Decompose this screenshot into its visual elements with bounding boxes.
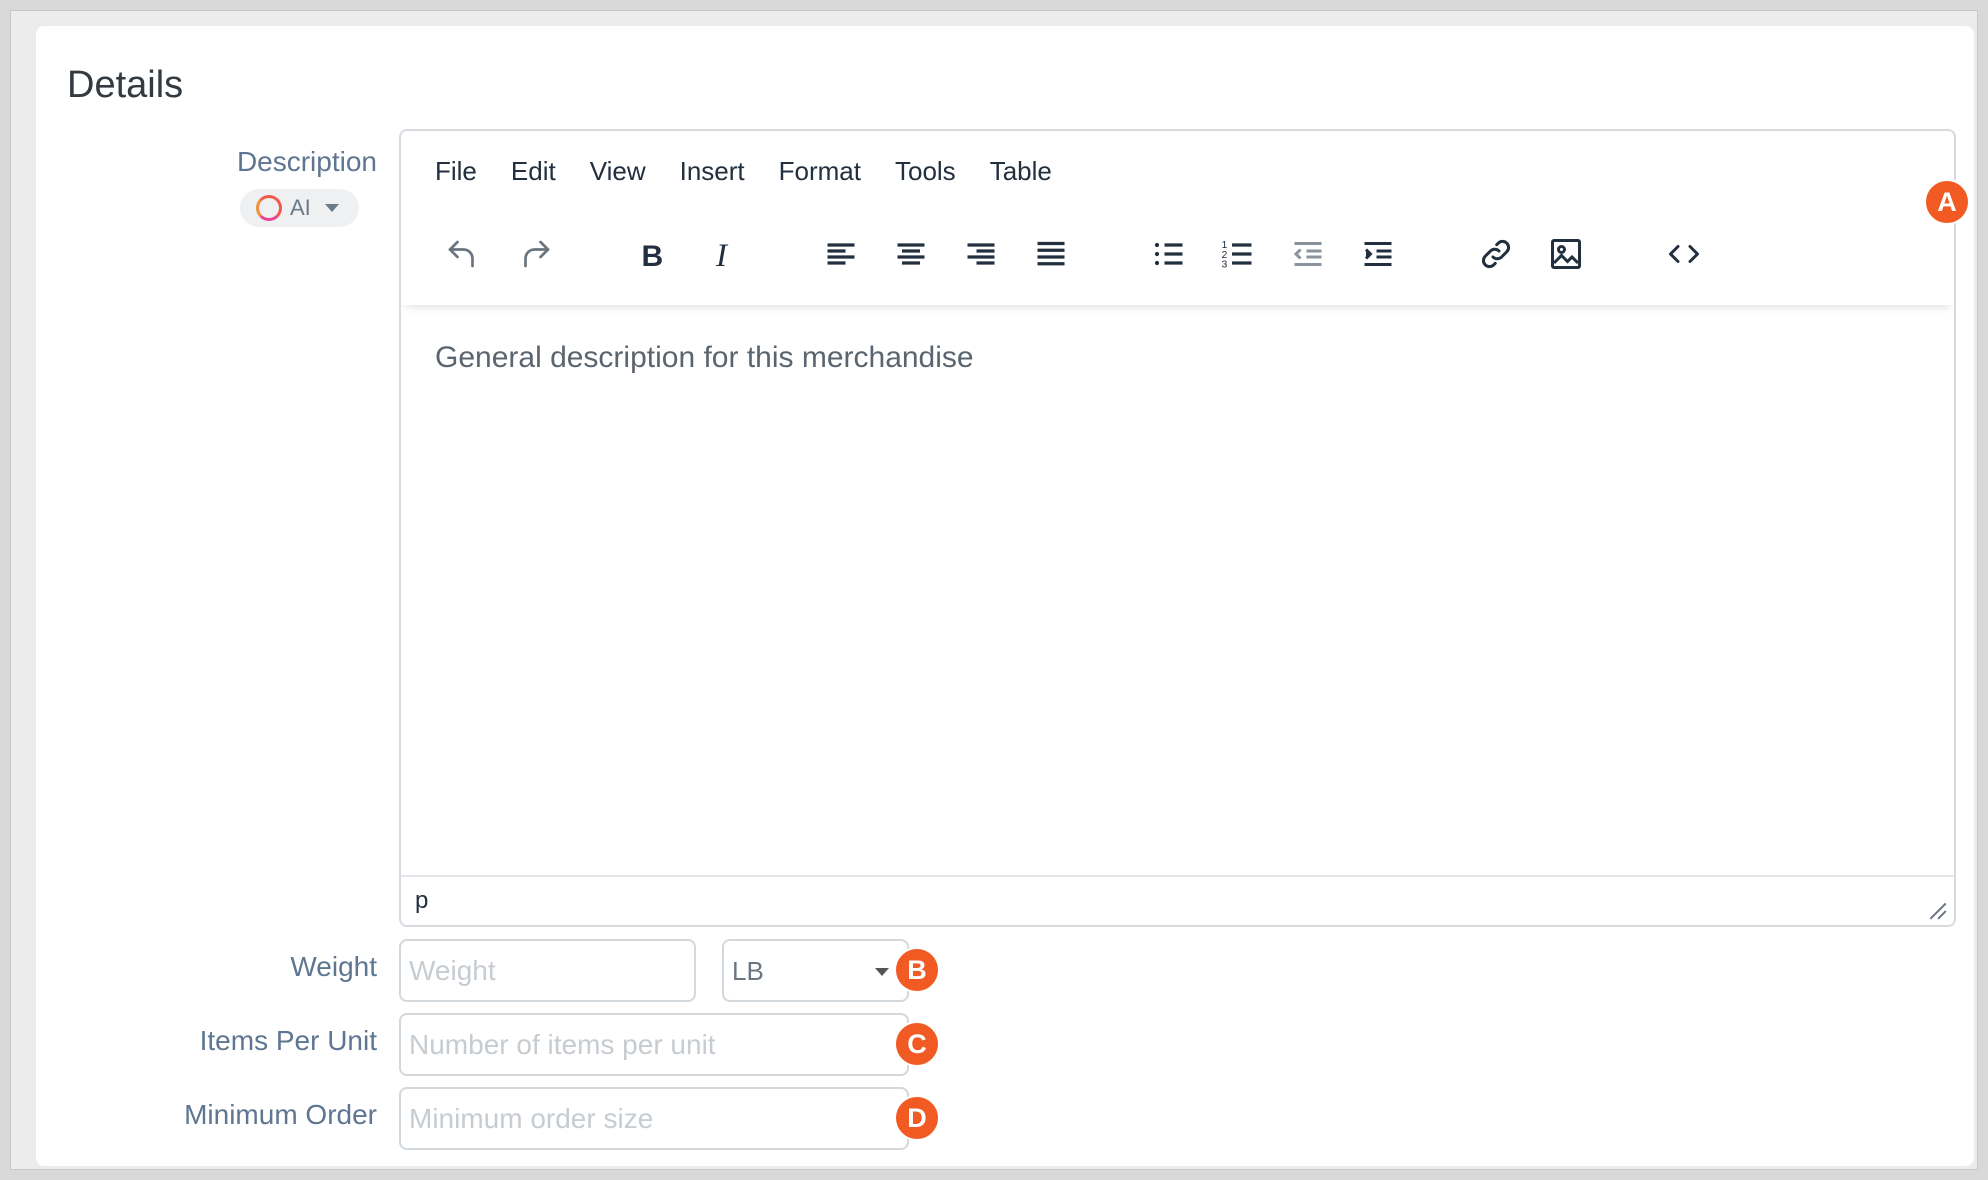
- image-button[interactable]: [1541, 229, 1591, 279]
- callout-d-badge: D: [894, 1095, 940, 1141]
- source-code-button[interactable]: [1659, 229, 1709, 279]
- section-title: Details: [67, 64, 184, 106]
- window-frame: Details Description AI File Edit View In…: [10, 10, 1978, 1170]
- code-icon: [1669, 245, 1699, 263]
- description-label: Description: [236, 146, 377, 177]
- align-right-icon: [967, 243, 995, 265]
- justify-button[interactable]: [1026, 229, 1076, 279]
- chevron-down-icon: [875, 968, 889, 976]
- align-center-button[interactable]: [886, 229, 936, 279]
- ai-button-label: AI: [290, 195, 311, 220]
- align-left-button[interactable]: [816, 229, 866, 279]
- chevron-down-icon: [324, 204, 339, 212]
- callout-c-badge: C: [894, 1021, 940, 1067]
- editor-menubar: File Edit View Insert Format Tools Table: [401, 131, 1954, 211]
- minimum-order-input[interactable]: [399, 1087, 909, 1150]
- outdent-button[interactable]: [1283, 229, 1333, 279]
- redo-button[interactable]: [511, 229, 561, 279]
- details-panel: Details Description AI File Edit View In…: [36, 26, 1974, 1166]
- outdent-icon: [1293, 242, 1322, 266]
- ai-ring-icon: [256, 195, 282, 221]
- align-center-icon: [897, 243, 925, 265]
- minimum-order-label: Minimum Order: [184, 1099, 377, 1130]
- redo-icon: [524, 240, 550, 268]
- image-icon: [1551, 239, 1581, 269]
- align-right-button[interactable]: [956, 229, 1006, 279]
- weight-label: Weight: [290, 951, 377, 982]
- resize-handle-icon[interactable]: [1926, 899, 1948, 921]
- undo-icon: [448, 240, 474, 268]
- indent-icon: [1364, 242, 1392, 266]
- undo-button[interactable]: [437, 229, 487, 279]
- menu-view[interactable]: View: [590, 156, 646, 187]
- editor-statusbar: p: [401, 875, 1954, 925]
- menu-edit[interactable]: Edit: [511, 156, 556, 187]
- bold-button[interactable]: B: [627, 229, 677, 279]
- bold-icon: B: [642, 240, 664, 272]
- ai-assist-button[interactable]: AI: [240, 189, 359, 227]
- items-per-unit-input[interactable]: [399, 1013, 909, 1076]
- callout-a-badge: A: [1924, 179, 1970, 225]
- callout-b-badge: B: [894, 947, 940, 993]
- numbered-list-button[interactable]: 123: [1213, 229, 1263, 279]
- indent-button[interactable]: [1353, 229, 1403, 279]
- svg-text:3: 3: [1222, 259, 1228, 271]
- bullet-list-button[interactable]: [1144, 229, 1194, 279]
- italic-icon: I: [715, 238, 729, 272]
- bullet-list-icon: [1154, 242, 1183, 266]
- align-left-icon: [827, 243, 855, 265]
- svg-text:I: I: [715, 238, 729, 272]
- menu-tools[interactable]: Tools: [895, 156, 956, 187]
- weight-input[interactable]: [399, 939, 696, 1002]
- weight-unit-value: LB: [732, 956, 764, 986]
- weight-unit-select[interactable]: LB: [722, 939, 909, 1002]
- link-button[interactable]: [1471, 229, 1521, 279]
- menu-file[interactable]: File: [435, 156, 477, 187]
- menu-insert[interactable]: Insert: [680, 156, 745, 187]
- description-editor: File Edit View Insert Format Tools Table: [399, 129, 1956, 927]
- menu-table[interactable]: Table: [990, 156, 1052, 187]
- italic-button[interactable]: I: [697, 229, 747, 279]
- menu-format[interactable]: Format: [779, 156, 861, 187]
- svg-text:B: B: [642, 240, 664, 272]
- justify-icon: [1037, 241, 1065, 266]
- editor-content[interactable]: General description for this merchandise: [435, 341, 974, 375]
- link-icon: [1482, 240, 1510, 268]
- editor-toolbar: B I 1 2 3: [401, 211, 1954, 305]
- items-per-unit-label: Items Per Unit: [199, 1025, 377, 1056]
- numbered-list-icon: 123: [1222, 239, 1252, 271]
- element-path[interactable]: p: [415, 887, 428, 915]
